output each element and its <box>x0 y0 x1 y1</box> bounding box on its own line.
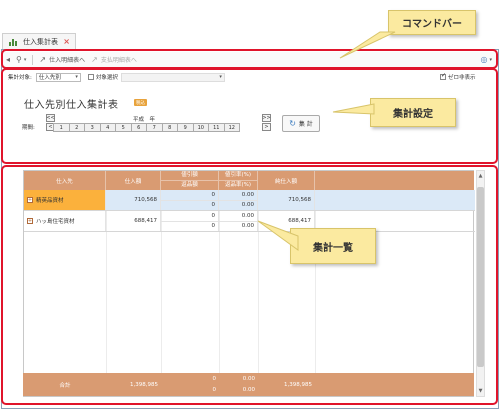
callout-pointers <box>257 31 396 251</box>
